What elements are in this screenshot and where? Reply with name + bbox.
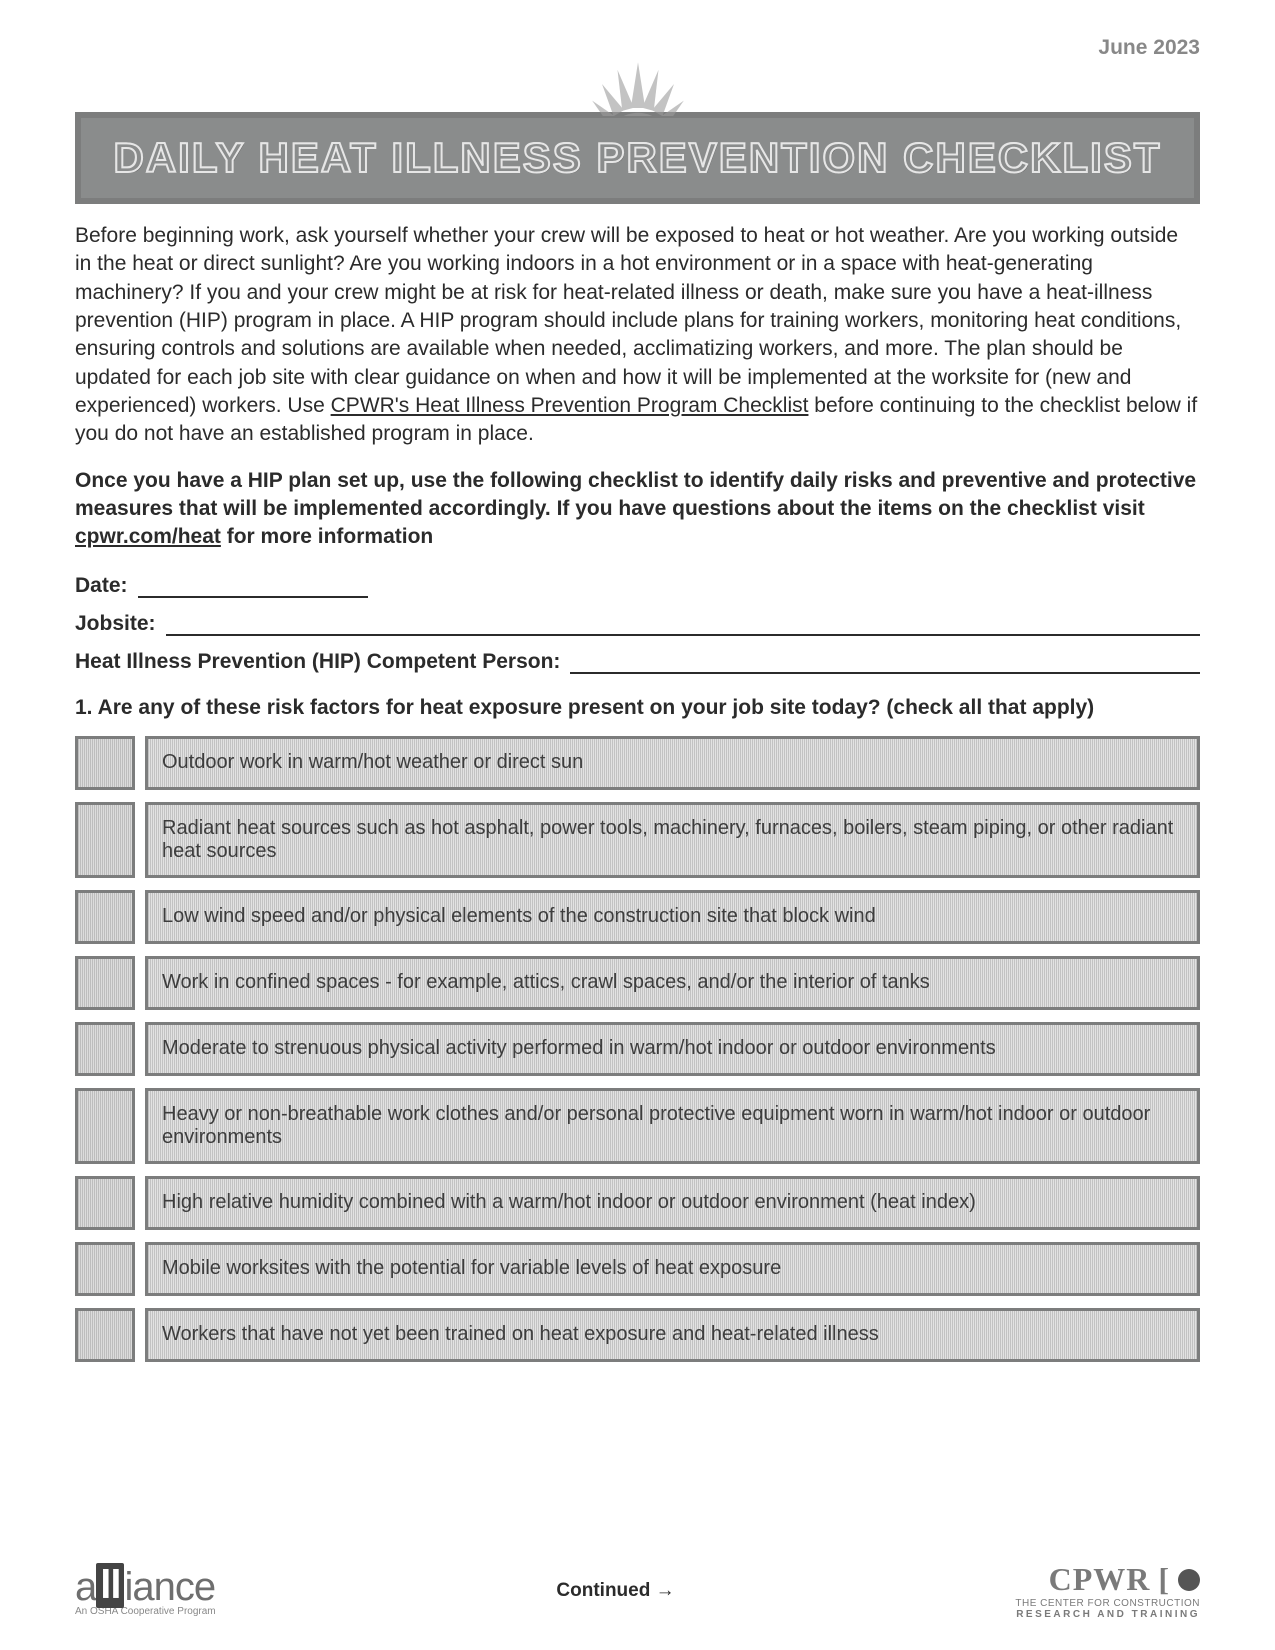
question-1: 1. Are any of these risk factors for hea… xyxy=(75,696,1200,720)
cpwr-text: CPWR xyxy=(1049,1561,1151,1598)
date-input-line[interactable] xyxy=(138,574,368,598)
checkbox[interactable] xyxy=(75,1242,135,1296)
page-footer: all★iance An OSHA Cooperative Program Co… xyxy=(75,1561,1200,1620)
risk-factor-label: High relative humidity combined with a w… xyxy=(145,1176,1200,1230)
hip-person-label: Heat Illness Prevention (HIP) Competent … xyxy=(75,650,560,674)
checkbox[interactable] xyxy=(75,890,135,944)
jobsite-label: Jobsite: xyxy=(75,612,156,636)
list-item: Radiant heat sources such as hot asphalt… xyxy=(75,802,1200,878)
list-item: High relative humidity combined with a w… xyxy=(75,1176,1200,1230)
intro-paragraph: Before beginning work, ask yourself whet… xyxy=(75,222,1200,449)
instruction-paragraph: Once you have a HIP plan set up, use the… xyxy=(75,467,1200,552)
hip-person-input-line[interactable] xyxy=(570,650,1200,674)
risk-factor-label: Heavy or non-breathable work clothes and… xyxy=(145,1088,1200,1164)
instruction-after: for more information xyxy=(221,525,433,548)
risk-factor-label: Radiant heat sources such as hot asphalt… xyxy=(145,802,1200,878)
dot-icon xyxy=(1178,1569,1200,1591)
alliance-logo: all★iance An OSHA Cooperative Program xyxy=(75,1565,216,1617)
bracket-icon: [ xyxy=(1158,1561,1170,1598)
risk-factor-label: Work in confined spaces - for example, a… xyxy=(145,956,1200,1010)
checkbox[interactable] xyxy=(75,1088,135,1164)
jobsite-field-row: Jobsite: xyxy=(75,612,1200,636)
list-item: Mobile worksites with the potential for … xyxy=(75,1242,1200,1296)
jobsite-input-line[interactable] xyxy=(166,612,1200,636)
title-banner: DAILY HEAT ILLNESS PREVENTION CHECKLIST xyxy=(75,112,1200,204)
list-item: Heavy or non-breathable work clothes and… xyxy=(75,1088,1200,1164)
checkbox[interactable] xyxy=(75,1176,135,1230)
risk-factor-label: Outdoor work in warm/hot weather or dire… xyxy=(145,736,1200,790)
cpwr-sub2: RESEARCH AND TRAINING xyxy=(1015,1609,1200,1620)
hip-person-field-row: Heat Illness Prevention (HIP) Competent … xyxy=(75,650,1200,674)
risk-factor-label: Moderate to strenuous physical activity … xyxy=(145,1022,1200,1076)
risk-factor-label: Low wind speed and/or physical elements … xyxy=(145,890,1200,944)
hip-program-checklist-link[interactable]: CPWR's Heat Illness Prevention Program C… xyxy=(331,394,809,417)
checkbox[interactable] xyxy=(75,1022,135,1076)
checkbox[interactable] xyxy=(75,736,135,790)
checkbox[interactable] xyxy=(75,956,135,1010)
page-title: DAILY HEAT ILLNESS PREVENTION CHECKLIST xyxy=(91,134,1184,182)
cpwr-sub1: THE CENTER FOR CONSTRUCTION xyxy=(1015,1598,1200,1609)
intro-text-before: Before beginning work, ask yourself whet… xyxy=(75,224,1181,417)
list-item: Moderate to strenuous physical activity … xyxy=(75,1022,1200,1076)
cpwr-logo: CPWR [ THE CENTER FOR CONSTRUCTION RESEA… xyxy=(1015,1561,1200,1620)
risk-factor-label: Workers that have not yet been trained o… xyxy=(145,1308,1200,1362)
cpwr-heat-link[interactable]: cpwr.com/heat xyxy=(75,525,221,548)
checkbox[interactable] xyxy=(75,802,135,878)
checkbox[interactable] xyxy=(75,1308,135,1362)
list-item: Work in confined spaces - for example, a… xyxy=(75,956,1200,1010)
instruction-before: Once you have a HIP plan set up, use the… xyxy=(75,469,1196,520)
risk-factor-checklist: Outdoor work in warm/hot weather or dire… xyxy=(75,736,1200,1362)
continued-label: Continued → xyxy=(556,1580,674,1602)
sun-icon xyxy=(75,36,1200,116)
list-item: Low wind speed and/or physical elements … xyxy=(75,890,1200,944)
date-field-row: Date: xyxy=(75,574,1200,598)
list-item: Workers that have not yet been trained o… xyxy=(75,1308,1200,1362)
list-item: Outdoor work in warm/hot weather or dire… xyxy=(75,736,1200,790)
date-label: Date: xyxy=(75,574,128,598)
risk-factor-label: Mobile worksites with the potential for … xyxy=(145,1242,1200,1296)
